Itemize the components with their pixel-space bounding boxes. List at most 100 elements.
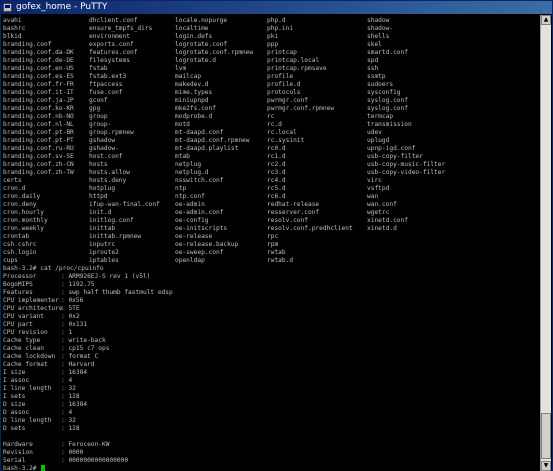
terminal-text: oe-release.backup — [175, 241, 239, 248]
terminal-text: : write-back — [61, 337, 106, 344]
terminal-text: hosts.deny — [89, 177, 127, 184]
terminal-text: D sets — [3, 425, 26, 432]
terminal-text: rc3.d — [267, 169, 286, 176]
terminal-text: inittab — [89, 225, 116, 232]
terminal-text: I size — [3, 369, 26, 376]
terminal-text: branding.conf.zh-CN — [3, 161, 74, 168]
terminal-text: D assoc — [3, 409, 30, 416]
terminal-text: xinetd.d — [367, 225, 397, 232]
terminal-text: group.rpmnew — [89, 129, 134, 136]
terminal-text: branding.conf.de-DE — [3, 57, 74, 64]
terminal-text: dhclient.conf — [89, 17, 138, 24]
putty-window: gofex_home - PuTTY avahi dhclient.conf loc… — [0, 0, 553, 471]
terminal-text: : 32 — [61, 417, 76, 424]
putty-icon[interactable] — [3, 3, 12, 12]
terminal-text: branding.conf.ko-KR — [3, 105, 74, 112]
vertical-scrollbar[interactable]: ▲ ▼ — [540, 15, 551, 471]
terminal-text: Features — [3, 289, 33, 296]
terminal-text: rc0.d — [267, 145, 286, 152]
terminal-text: rc — [267, 113, 275, 120]
terminal-text: shadow- — [367, 25, 394, 32]
terminal-text: I sets — [3, 393, 26, 400]
terminal-text: I line length — [3, 385, 52, 392]
terminal-text: oe-admin — [175, 201, 205, 208]
terminal-text: : 0000 — [61, 449, 84, 456]
terminal-text: : 128 — [61, 393, 80, 400]
terminal-text: spd — [367, 57, 379, 64]
terminal-text: netplug — [175, 161, 202, 168]
terminal-text: CPU part — [3, 321, 33, 328]
terminal-text: Serial — [3, 457, 26, 464]
terminal-text: ftpaccess — [89, 81, 123, 88]
terminal-text: pki — [267, 33, 279, 40]
terminal-text: pwrmgr.conf — [267, 97, 308, 104]
terminal-text: php.ini — [267, 25, 294, 32]
terminal-text: ppp — [267, 41, 279, 48]
terminal-text: printcap — [267, 49, 297, 56]
terminal-cursor — [41, 465, 45, 471]
terminal-text: skel — [367, 41, 382, 48]
terminal-text: : 0000000000000000 — [61, 457, 129, 464]
terminal-text: cron.deny — [3, 201, 37, 208]
terminal-text: fstab.ext3 — [89, 73, 127, 80]
terminal-text: ssmtp — [367, 73, 386, 80]
arrow-down-icon: ▼ — [543, 462, 549, 469]
terminal-text: uplugd — [367, 137, 390, 144]
terminal-text: transmission — [367, 121, 412, 128]
terminal-text: cups — [3, 257, 18, 264]
scroll-down-button[interactable]: ▼ — [541, 461, 551, 471]
terminal-text: mt-daapd.conf.rpmnew — [175, 137, 250, 144]
terminal-text: init.d — [89, 209, 112, 216]
terminal-text: miniupnpd — [175, 97, 209, 104]
terminal-text: branding.conf.pt-PT — [3, 137, 74, 144]
terminal-text: host.conf — [89, 153, 123, 160]
terminal-text: : 16384 — [61, 369, 88, 376]
terminal-text: exports.conf — [89, 41, 134, 48]
terminal-text: : Harvard — [61, 361, 95, 368]
terminal-text: mt-daapd.conf — [175, 129, 224, 136]
terminal-text: cron.weekly — [3, 225, 44, 232]
terminal-text: motd — [175, 121, 190, 128]
terminal-text: fstab — [89, 65, 108, 72]
scroll-up-button[interactable]: ▲ — [541, 15, 551, 25]
terminal-text: BogoMIPS — [3, 281, 33, 288]
terminal-text: : cp15 c7 ops — [61, 345, 110, 352]
terminal-text: branding.conf.en-US — [3, 65, 74, 72]
scroll-thumb[interactable] — [541, 413, 551, 459]
terminal-text: : 1192.75 — [61, 281, 95, 288]
terminal-text: rwtab — [267, 249, 286, 256]
terminal-text: netplug.d — [175, 169, 209, 176]
terminal-text: Cache lockdown — [3, 353, 56, 360]
terminal-text: crontab — [3, 233, 30, 240]
terminal-text: rc1.d — [267, 153, 286, 160]
title-bar[interactable]: gofex_home - PuTTY — [1, 1, 552, 14]
terminal-text: rwtab.d — [267, 257, 294, 264]
terminal-text: termcap — [367, 113, 394, 120]
terminal-text: : Feroceon-KW — [61, 441, 110, 448]
terminal-text: rc5.d — [267, 185, 286, 192]
terminal-text: initlog.conf — [89, 217, 134, 224]
terminal-text: iptables — [89, 257, 119, 264]
terminal-text: cron.d — [3, 185, 26, 192]
terminal-text: : 1 — [61, 329, 73, 336]
terminal-text: branding.conf.it-IT — [3, 89, 74, 96]
terminal-text: : format C — [61, 353, 99, 360]
terminal-text: : 16384 — [61, 401, 88, 408]
terminal-text: ifup-wan-final.conf — [89, 201, 160, 208]
terminal-output[interactable]: avahi dhclient.conf locale.nopurge php.d sha… — [3, 16, 540, 471]
terminal-text: : 32 — [61, 385, 76, 392]
terminal-text: branding.conf.ja-JP — [3, 97, 74, 104]
terminal-text: bash-3.2# — [3, 465, 41, 471]
terminal-text: Hardware — [3, 441, 33, 448]
terminal-text: cron.monthly — [3, 217, 48, 224]
terminal-text: oe-sweep.conf — [175, 249, 224, 256]
terminal-text: locale.nopurge — [175, 17, 228, 24]
terminal-text: Cache clean — [3, 345, 44, 352]
terminal-text: CPU architecture — [3, 305, 63, 312]
terminal-text: modprobe.d — [175, 113, 213, 120]
terminal-text: localtime — [175, 25, 209, 32]
terminal-text: wan.conf — [367, 201, 397, 208]
terminal-text: : ARM926EJ-S rev 1 (v5l) — [61, 273, 151, 280]
terminal-text: usb-copy-filter — [367, 153, 423, 160]
terminal-text: gpg — [89, 105, 101, 112]
